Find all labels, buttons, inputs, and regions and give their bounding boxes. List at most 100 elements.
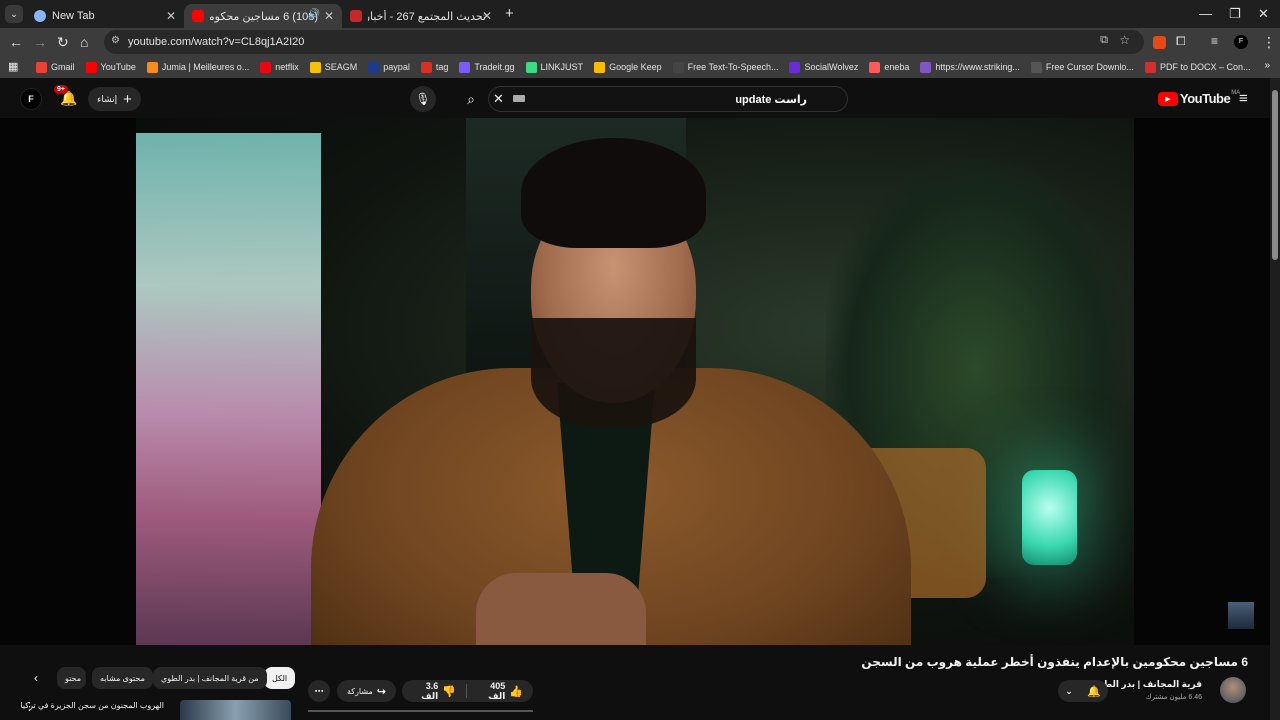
more-actions-button[interactable]: ⋯: [308, 680, 330, 702]
tab-roblox-news[interactable]: تحديث المجتمع 267 - أخبار - روبلوكس ✕: [342, 4, 500, 28]
notification-badge: 9+: [54, 85, 68, 94]
bookmark-item[interactable]: eneba: [869, 61, 909, 73]
bookmark-item[interactable]: SocialWolvez: [789, 61, 858, 73]
chrome-menu-icon[interactable]: ⋮: [1262, 34, 1276, 51]
install-app-icon[interactable]: ⧉: [1100, 34, 1108, 47]
keyboard-icon[interactable]: [513, 95, 525, 102]
bookmark-item[interactable]: Gmail: [36, 61, 75, 73]
person-hair: [521, 138, 706, 248]
bookmark-item[interactable]: Google Keep: [594, 61, 662, 73]
bookmark-label: YouTube: [100, 62, 136, 72]
apps-grid-icon[interactable]: ▦: [8, 60, 18, 73]
extensions-puzzle-icon[interactable]: ⧠: [1176, 34, 1186, 49]
bookmark-label: Gmail: [51, 62, 75, 72]
channel-watermark-avatar[interactable]: [1228, 602, 1254, 629]
voice-search-button[interactable]: 🎙: [410, 86, 436, 112]
bookmark-item[interactable]: Free Cursor Downlo...: [1030, 61, 1134, 73]
bell-icon: 🔔: [1087, 685, 1101, 698]
bookmark-favicon-icon: [420, 61, 432, 73]
chip-more[interactable]: محتو: [57, 667, 86, 689]
clear-search-icon[interactable]: ✕: [493, 91, 504, 107]
bookmark-star-icon[interactable]: ☆: [1119, 33, 1130, 47]
tab-new-tab[interactable]: New Tab ✕: [26, 4, 184, 28]
person-hand: [476, 573, 646, 645]
bookmark-item[interactable]: tag: [420, 61, 449, 73]
bookmark-item[interactable]: SEAGM: [309, 61, 358, 73]
page-scrollbar[interactable]: [1270, 78, 1280, 720]
bookmark-item[interactable]: https://www.striking...: [920, 61, 1020, 73]
forward-icon[interactable]: →: [33, 34, 47, 50]
share-button[interactable]: مشاركة ↪: [337, 680, 396, 702]
like-button[interactable]: 405 الف 👍: [467, 681, 533, 702]
tab-search-button[interactable]: ⌄: [5, 5, 23, 23]
restore-icon[interactable]: ❐: [1229, 6, 1241, 22]
video-frame[interactable]: [136, 118, 1134, 645]
chips-left-arrow-icon[interactable]: ‹: [34, 671, 38, 685]
subscribed-button[interactable]: ⌄ 🔔: [1058, 680, 1108, 702]
minimize-icon[interactable]: —: [1199, 6, 1212, 21]
create-button[interactable]: إنشاء +: [88, 87, 141, 111]
bookmark-favicon-icon: [869, 61, 881, 73]
url-text: youtube.com/watch?v=CL8qj1A2I20: [128, 36, 305, 48]
address-bar[interactable]: ⚙ youtube.com/watch?v=CL8qj1A2I20 ⧉ ☆: [104, 30, 1144, 54]
chip-related[interactable]: محتوى مشابه: [92, 667, 153, 689]
chip-from-channel[interactable]: من قرية المجانف | بدر الطوي: [153, 667, 267, 689]
bookmark-item[interactable]: Free Text-To-Speech...: [672, 61, 778, 73]
account-avatar[interactable]: F: [20, 88, 42, 110]
youtube-header: F 🔔 9+ إنشاء + 🎙 ⌕ ✕ راست update ▶ YouTu…: [0, 78, 1280, 118]
chip-all[interactable]: الكل: [264, 667, 296, 689]
bookmark-item[interactable]: PDF to DOCX – Con...: [1144, 61, 1250, 73]
more-bookmarks-icon[interactable]: »: [1264, 60, 1270, 71]
site-info-icon[interactable]: ⚙: [111, 35, 120, 46]
tab-youtube-video[interactable]: (108) 6 مساجين محكومين بالإ 🔊 ✕: [184, 4, 342, 28]
bookmark-item[interactable]: LINKJUST: [525, 61, 583, 73]
bookmark-item[interactable]: netflix: [260, 61, 299, 73]
browser-toolbar: ← → ↻ ⌂ ⚙ youtube.com/watch?v=CL8qj1A2I2…: [0, 28, 1280, 56]
hamburger-menu-icon[interactable]: ≡: [1239, 90, 1248, 107]
bookmark-item[interactable]: paypal: [368, 61, 410, 73]
bookmark-favicon-icon: [36, 61, 47, 73]
bookmark-favicon-icon: [85, 61, 97, 73]
search-icon[interactable]: ⌕: [451, 86, 491, 112]
description-divider: [308, 710, 533, 712]
bookmark-item[interactable]: YouTube: [85, 61, 136, 73]
dislike-button[interactable]: 3.6 الف 👎: [402, 681, 466, 702]
youtube-logo[interactable]: ▶ YouTube MA: [1158, 90, 1240, 106]
reload-icon[interactable]: ↻: [57, 34, 69, 51]
bookmark-label: Tradeit.gg: [474, 62, 515, 72]
youtube-favicon-icon: [192, 10, 204, 22]
bookmark-label: SEAGM: [324, 62, 358, 72]
more-horizontal-icon: ⋯: [314, 685, 324, 696]
dislikes-count: 3.6 الف: [421, 680, 439, 701]
up-next-menu-icon[interactable]: ⋮: [24, 700, 35, 713]
bookmarks-bar: ▦ Gmail YouTube Jumia | Meilleures o... net…: [0, 56, 1280, 78]
youtube-logo-text: YouTube: [1180, 91, 1231, 106]
close-tab-icon[interactable]: ✕: [166, 9, 176, 23]
plus-icon: +: [123, 90, 132, 108]
up-next-thumbnail[interactable]: [180, 700, 291, 720]
chevron-down-icon: ⌄: [1065, 685, 1073, 696]
video-player[interactable]: [0, 118, 1270, 645]
up-next-title[interactable]: الهروب المجنون من سجن الجزيرة في تركيا: [20, 701, 164, 710]
person-beard: [531, 318, 696, 428]
bookmark-item[interactable]: Jumia | Meilleures o...: [146, 61, 249, 73]
new-tab-button[interactable]: +: [505, 5, 514, 22]
close-tab-icon[interactable]: ✕: [482, 9, 492, 23]
close-window-icon[interactable]: ✕: [1258, 6, 1269, 22]
close-tab-icon[interactable]: ✕: [324, 9, 334, 23]
bookmark-label: tag: [435, 62, 449, 72]
search-input[interactable]: راست update: [735, 93, 807, 106]
extension-icon[interactable]: [1153, 36, 1166, 49]
channel-avatar[interactable]: [1220, 677, 1246, 703]
bookmark-item[interactable]: Tradeit.gg: [459, 61, 515, 73]
home-icon[interactable]: ⌂: [80, 34, 88, 50]
notifications-button[interactable]: 🔔 9+: [54, 85, 78, 110]
thumbs-up-icon: 👍: [509, 685, 523, 698]
speaker-icon[interactable]: 🔊: [308, 9, 320, 20]
profile-avatar[interactable]: F: [1234, 35, 1248, 49]
search-box[interactable]: ⌕ ✕ راست update: [467, 86, 848, 112]
green-lamp: [1022, 470, 1077, 565]
scrollbar-thumb[interactable]: [1272, 90, 1278, 260]
media-controls-icon[interactable]: ≡: [1211, 34, 1218, 48]
back-icon[interactable]: ←: [9, 34, 23, 50]
